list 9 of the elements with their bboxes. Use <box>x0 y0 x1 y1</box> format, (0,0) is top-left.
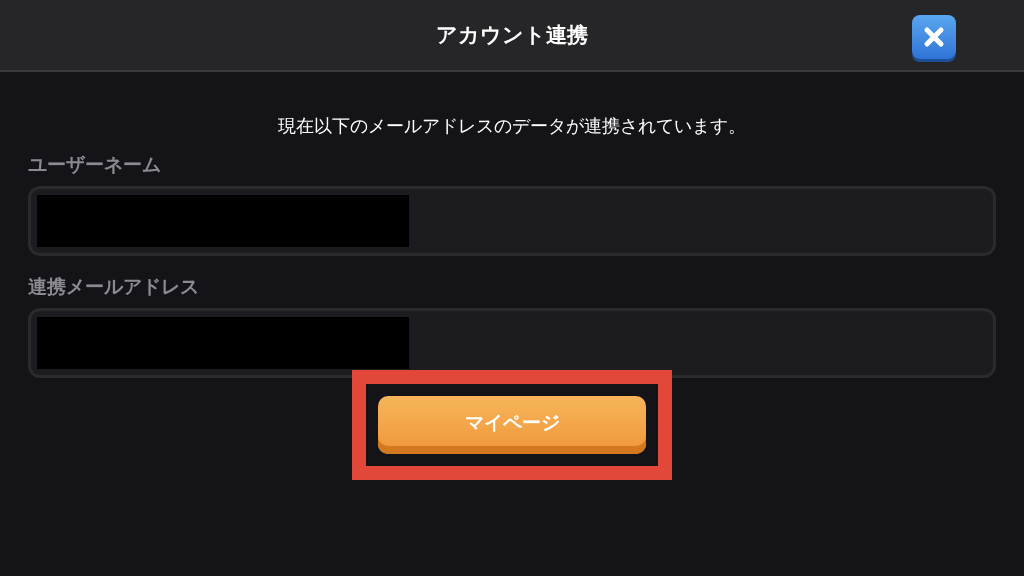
info-message: 現在以下のメールアドレスのデータが連携されています。 <box>277 114 747 138</box>
field-label: ユーザーネーム <box>28 152 162 177</box>
mypage-button[interactable]: マイページ <box>378 396 646 454</box>
input-field[interactable] <box>28 186 996 256</box>
input-field[interactable] <box>28 308 996 378</box>
field-label: 連携メールアドレス <box>28 274 200 299</box>
close-icon <box>923 26 945 48</box>
close-button[interactable] <box>912 15 956 59</box>
window-title: アカウント連携 <box>436 22 588 49</box>
